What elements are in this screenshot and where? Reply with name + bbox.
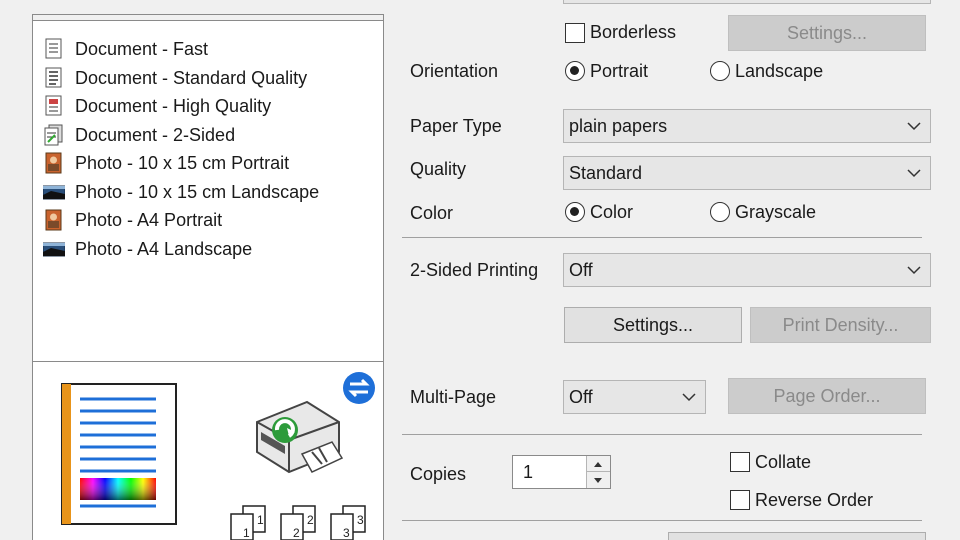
photo-landscape-icon — [42, 181, 66, 203]
chevron-down-icon — [907, 266, 921, 275]
quality-label: Quality — [410, 159, 467, 179]
collate-page-number: 3 — [357, 513, 364, 527]
borderless-label: Borderless — [590, 22, 677, 42]
quality-value: Standard — [569, 162, 643, 183]
bottom-partial-button[interactable] — [668, 532, 926, 540]
preset-label: Document - Standard Quality — [75, 67, 308, 88]
reverse-order-label: Reverse Order — [755, 490, 874, 510]
preset-item-document-fast[interactable]: Document - Fast — [43, 36, 208, 62]
collate-page-number: 3 — [343, 526, 350, 540]
collate-pages-icon: 1 1 2 2 3 3 — [230, 505, 366, 540]
list-top-frame — [33, 15, 383, 21]
chevron-down-icon — [907, 169, 921, 178]
print-preview-panel: 1 1 2 2 3 3 — [32, 361, 384, 540]
preset-item-document-2-sided[interactable]: Document - 2-Sided — [43, 122, 235, 148]
print-density-button[interactable]: Print Density... — [750, 307, 931, 343]
two-sided-value: Off — [569, 259, 593, 280]
preset-item-photo-a4-portrait[interactable]: Photo - A4 Portrait — [43, 207, 222, 233]
quality-dropdown[interactable]: Standard — [563, 156, 931, 190]
landscape-label: Landscape — [735, 61, 824, 81]
preset-item-photo-a4-landscape[interactable]: Photo - A4 Landscape — [42, 236, 253, 262]
swap-icon[interactable] — [342, 371, 376, 405]
copies-increment-button[interactable] — [586, 456, 610, 472]
borderless-settings-button[interactable]: Settings... — [728, 15, 926, 51]
page-order-button[interactable]: Page Order... — [728, 378, 926, 414]
collate-page-number: 1 — [243, 526, 250, 540]
printer-icon — [256, 400, 344, 474]
grayscale-label: Grayscale — [735, 202, 817, 222]
collate-page-number: 2 — [307, 513, 314, 527]
paper-type-dropdown[interactable]: plain papers — [563, 109, 931, 143]
preset-item-document-high[interactable]: Document - High Quality — [43, 93, 271, 119]
preset-label: Document - 2-Sided — [75, 124, 236, 145]
preset-label: Document - High Quality — [75, 95, 272, 116]
section-divider — [402, 434, 922, 435]
document-high-quality-icon — [43, 95, 65, 117]
collate-checkbox[interactable] — [730, 452, 750, 472]
reverse-order-checkbox[interactable] — [730, 490, 750, 510]
portrait-label: Portrait — [590, 61, 649, 81]
collate-label: Collate — [755, 452, 812, 472]
photo-portrait-icon — [43, 209, 65, 231]
preset-list[interactable]: Document - Fast Document - Standard Qual… — [32, 14, 384, 362]
copies-decrement-button[interactable] — [586, 472, 610, 488]
photo-portrait-icon — [43, 152, 65, 174]
document-standard-icon — [43, 67, 65, 89]
collate-page-number: 1 — [257, 513, 264, 527]
preset-label: Document - Fast — [75, 38, 209, 59]
portrait-radio[interactable] — [565, 61, 585, 81]
two-sided-settings-button[interactable]: Settings... — [564, 307, 742, 343]
landscape-radio[interactable] — [710, 61, 730, 81]
copies-value: 1 — [523, 462, 534, 482]
collate-page-number: 2 — [293, 526, 300, 540]
paper-size-dropdown[interactable] — [563, 0, 931, 4]
preset-item-photo-10x15-landscape[interactable]: Photo - 10 x 15 cm Landscape — [42, 179, 320, 205]
color-label: Color — [410, 203, 454, 223]
preset-item-photo-10x15-portrait[interactable]: Photo - 10 x 15 cm Portrait — [43, 150, 289, 176]
chevron-down-icon — [682, 393, 696, 402]
multi-page-label: Multi-Page — [410, 387, 497, 407]
preset-label: Photo - A4 Landscape — [75, 238, 253, 259]
document-fast-icon — [43, 38, 65, 60]
two-sided-dropdown[interactable]: Off — [563, 253, 931, 287]
section-divider — [402, 237, 922, 238]
preset-label: Photo - A4 Portrait — [75, 209, 223, 230]
grayscale-radio[interactable] — [710, 202, 730, 222]
color-option-label: Color — [590, 202, 634, 222]
arrow-down-icon — [594, 478, 602, 483]
orientation-label: Orientation — [410, 61, 499, 81]
paper-type-label: Paper Type — [410, 116, 502, 136]
photo-landscape-icon — [42, 238, 66, 260]
chevron-down-icon — [907, 122, 921, 131]
preset-label: Photo - 10 x 15 cm Landscape — [75, 181, 320, 202]
preset-label: Photo - 10 x 15 cm Portrait — [75, 152, 290, 173]
color-radio[interactable] — [565, 202, 585, 222]
copies-stepper[interactable]: 1 — [512, 455, 611, 489]
borderless-checkbox[interactable] — [565, 23, 585, 43]
paper-type-value: plain papers — [569, 115, 668, 136]
copies-label: Copies — [410, 464, 467, 484]
multi-page-dropdown[interactable]: Off — [563, 380, 706, 414]
page-preview-icon — [61, 383, 177, 525]
preset-item-document-standard[interactable]: Document - Standard Quality — [43, 65, 307, 91]
two-sided-label: 2-Sided Printing — [410, 260, 539, 280]
document-2-sided-icon — [43, 124, 65, 146]
section-divider — [402, 520, 922, 521]
multi-page-value: Off — [569, 386, 593, 407]
arrow-up-icon — [594, 462, 602, 467]
